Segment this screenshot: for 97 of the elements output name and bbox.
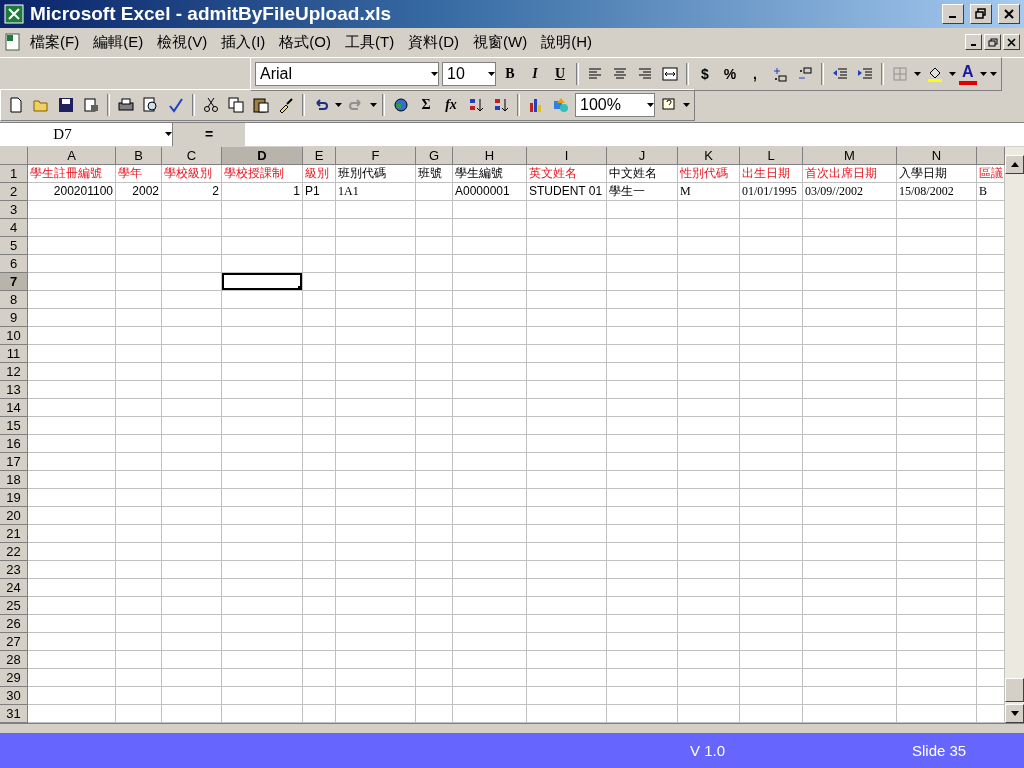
menu-item[interactable]: 格式(O) — [273, 30, 337, 54]
restore-button[interactable] — [970, 3, 992, 24]
close-button[interactable] — [998, 3, 1020, 24]
number-format-button[interactable]: $ — [694, 62, 716, 85]
scroll-up-icon — [1010, 161, 1019, 167]
bold-button[interactable]: B — [499, 62, 521, 85]
table-cell-text: 級別 — [304, 164, 330, 182]
column-header[interactable]: M — [803, 146, 897, 165]
column-header[interactable]: D — [222, 146, 303, 165]
vertical-scrollbar[interactable] — [1005, 146, 1024, 723]
table-cell-text: 03/09//2002 — [804, 182, 864, 200]
column-header[interactable]: I — [527, 146, 607, 165]
menu-item[interactable]: 視窗(W) — [467, 30, 534, 54]
menu-item[interactable]: 工具(T) — [339, 30, 401, 54]
menu-item[interactable]: 資料(D) — [402, 30, 465, 54]
column-header[interactable]: G — [416, 146, 453, 165]
underline-button[interactable]: U — [549, 62, 571, 85]
table-cell-text: 200201100 — [52, 183, 114, 200]
table-cell-text: 中文姓名 — [608, 164, 658, 182]
close-button[interactable] — [1003, 34, 1020, 51]
table-cell-text: 性別代碼 — [679, 164, 729, 182]
zoom-field[interactable]: 100% — [575, 92, 655, 117]
table-cell-text: M — [679, 182, 692, 200]
column-header[interactable]: N — [897, 146, 977, 165]
close-icon[interactable] — [1007, 37, 1016, 47]
workbook-icon[interactable] — [4, 33, 22, 52]
table-cell-text: 班別代碼 — [337, 164, 387, 182]
column-header[interactable]: J — [607, 146, 678, 165]
font-field[interactable]: Arial — [255, 61, 439, 86]
window-title: Microsoft Excel - admitByFileUpload.xls — [30, 2, 393, 25]
restore-button[interactable] — [984, 34, 1001, 51]
table-cell-text: 首次出席日期 — [804, 164, 878, 182]
table-cell-text: 入學日期 — [898, 164, 948, 182]
table-cell-text: 1A1 — [337, 182, 360, 200]
table-cell-text: 班號 — [417, 164, 443, 182]
autosum-button[interactable]: Σ — [415, 93, 437, 116]
scroll-down-button[interactable] — [1005, 703, 1024, 723]
caret-icon[interactable] — [335, 102, 342, 107]
restore-icon[interactable] — [975, 8, 987, 20]
table-cell-text: 學校級別 — [163, 164, 213, 182]
menu-item[interactable]: 說明(H) — [535, 30, 598, 54]
scroll-up-button[interactable] — [1005, 154, 1024, 174]
caret-icon[interactable] — [647, 102, 654, 107]
table-cell-text: 1 — [292, 183, 301, 200]
menu-item[interactable]: 檔案(F) — [24, 30, 86, 54]
table-cell-text: 01/01/1995 — [741, 182, 798, 200]
scrollbar-thumb[interactable] — [1005, 677, 1024, 702]
restore-icon[interactable] — [987, 37, 998, 47]
font-size-field[interactable]: 10 — [442, 61, 496, 86]
table-cell-text: 學生註冊編號 — [29, 164, 103, 182]
table-cell-text: 英文姓名 — [528, 164, 578, 182]
select-all-corner[interactable] — [0, 146, 28, 165]
caret-icon[interactable] — [488, 71, 495, 76]
function-button[interactable]: fx — [440, 93, 462, 116]
menu-item[interactable]: 插入(I) — [215, 30, 272, 54]
table-cell-text: 2002 — [131, 183, 160, 200]
table-cell-text: 區議 — [978, 164, 1004, 182]
caret-icon[interactable] — [949, 71, 956, 76]
version-label: V 1.0 — [690, 741, 727, 759]
table-cell-text: 出生日期 — [741, 164, 791, 182]
scroll-down-icon — [1010, 710, 1019, 716]
table-cell-text: A0000001 — [454, 183, 511, 200]
table-cell-text: 學校授課制 — [223, 164, 285, 182]
table-cell-text: 15/08/2002 — [898, 182, 955, 200]
active-cell[interactable] — [222, 272, 302, 290]
column-header[interactable]: F — [336, 146, 416, 165]
table-cell-text: B — [978, 182, 988, 200]
column-header[interactable]: B — [116, 146, 162, 165]
slide-number: Slide 35 — [912, 741, 967, 759]
table-cell-text: 學生一 — [608, 182, 646, 200]
column-header[interactable]: A — [28, 146, 116, 165]
menu-item[interactable]: 編輯(E) — [87, 30, 150, 54]
minimize-button[interactable] — [965, 34, 982, 51]
caret-icon[interactable] — [914, 71, 921, 76]
number-format-button[interactable]: , — [744, 62, 766, 85]
caret-icon[interactable] — [370, 102, 377, 107]
equals-sign: = — [173, 123, 245, 146]
caret-icon[interactable] — [683, 102, 690, 107]
column-header[interactable]: C — [162, 146, 222, 165]
column-header[interactable]: K — [678, 146, 740, 165]
table-cell-text: STUDENT 01 — [528, 183, 604, 200]
menu-item[interactable]: 檢視(V) — [151, 30, 214, 54]
excel-logo-icon — [4, 3, 24, 24]
table-cell-text: 學年 — [117, 164, 143, 182]
table-cell-text: P1 — [304, 183, 321, 200]
table-cell-text: 學生編號 — [454, 164, 504, 182]
close-icon[interactable] — [1003, 7, 1015, 20]
column-header[interactable]: H — [453, 146, 527, 165]
column-header[interactable]: L — [740, 146, 803, 165]
minimize-button[interactable] — [942, 3, 964, 24]
caret-icon[interactable] — [165, 132, 172, 137]
table-cell-text: 2 — [211, 183, 220, 200]
caret-icon[interactable] — [431, 71, 438, 76]
italic-button[interactable]: I — [524, 62, 546, 85]
font-color-button[interactable]: A — [959, 62, 977, 85]
column-header[interactable]: E — [303, 146, 336, 165]
number-format-button[interactable]: % — [719, 62, 741, 85]
